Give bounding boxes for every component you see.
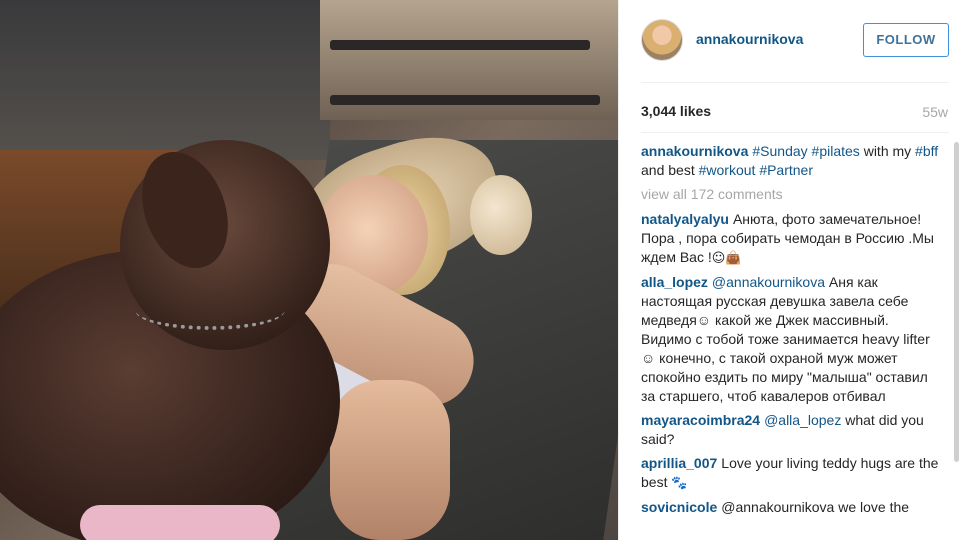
comment-text: @annakournikova we love the <box>721 499 910 515</box>
comment-username[interactable]: natalyalyalyu <box>641 211 729 227</box>
photo-arm <box>330 380 450 540</box>
caption-text: and best <box>641 162 699 178</box>
caption: annakournikova #Sunday #pilates with my #… <box>641 142 941 180</box>
hashtag-link[interactable]: #pilates <box>812 143 860 159</box>
mention-link[interactable]: @annakournikova <box>712 274 825 290</box>
list-item: sovicnicole @annakournikova we love the <box>641 498 941 517</box>
comment-username[interactable]: aprillia_007 <box>641 455 717 471</box>
comment-username[interactable]: alla_lopez <box>641 274 708 290</box>
list-item: alla_lopez @annakournikova Аня как настоя… <box>641 273 941 406</box>
photo-pink-cloth <box>80 505 280 540</box>
view-all-comments-link[interactable]: view all 172 comments <box>641 185 941 204</box>
avatar[interactable] <box>641 19 683 61</box>
likes-count[interactable]: 3,044 likes <box>641 103 711 119</box>
hashtag-link[interactable]: #bff <box>915 143 938 159</box>
comment-username[interactable]: sovicnicole <box>641 499 717 515</box>
list-item: aprillia_007 Love your living teddy hugs … <box>641 454 941 493</box>
hashtag-link[interactable]: #Partner <box>759 162 813 178</box>
caption-text: with my <box>859 143 916 159</box>
list-item: mayaracoimbra24 @alla_lopez what did you … <box>641 411 941 449</box>
photo-wall <box>0 0 330 160</box>
post-username[interactable]: annakournikova <box>696 31 803 47</box>
smile-emoji-icon: ☺👜 <box>711 251 742 266</box>
mention-link[interactable]: @alla_lopez <box>764 412 841 428</box>
post-photo[interactable] <box>0 0 618 540</box>
header-divider <box>641 82 949 83</box>
comments-list: annakournikova #Sunday #pilates with my #… <box>641 142 941 540</box>
likes-divider <box>641 132 949 133</box>
hashtag-link[interactable]: #Sunday <box>752 143 807 159</box>
paw-emoji-icon: 🐾 <box>671 476 688 491</box>
post-age[interactable]: 55w <box>922 104 948 120</box>
follow-button[interactable]: FOLLOW <box>863 23 949 57</box>
hashtag-link[interactable]: #workout <box>699 162 756 178</box>
caption-username[interactable]: annakournikova <box>641 143 748 159</box>
photo-pillow <box>470 175 532 255</box>
comment-username[interactable]: mayaracoimbra24 <box>641 412 760 428</box>
photo-dog-collar <box>135 290 285 330</box>
photo-machine-bar <box>330 95 600 105</box>
post-side-panel: annakournikova FOLLOW 3,044 likes 55w an… <box>618 0 960 540</box>
list-item: natalyalyalyu Анюта, фото замечательное! … <box>641 210 941 268</box>
comment-text: Аня как настоящая русская девушка завела… <box>641 274 930 404</box>
post-header: annakournikova FOLLOW <box>619 0 960 80</box>
scrollbar-thumb[interactable] <box>954 142 959 462</box>
photo-machine-bar <box>330 40 590 50</box>
comments-scrollbar[interactable] <box>954 142 959 540</box>
